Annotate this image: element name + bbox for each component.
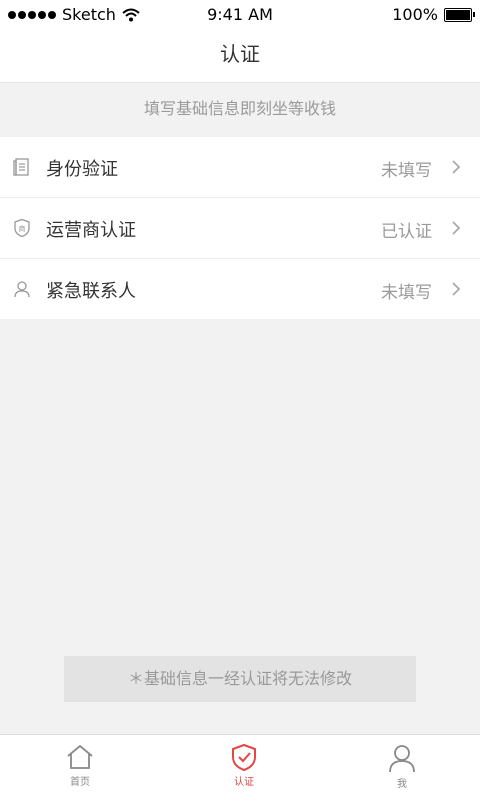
battery-percent: 100% — [392, 5, 438, 24]
carrier-shield-icon: 商 — [14, 218, 30, 238]
status-bar: Sketch 9:41 AM 100% — [0, 0, 480, 28]
status-right: 100% — [392, 5, 475, 24]
list-item-status: 未填写 — [381, 161, 432, 181]
list-item-label: 紧急联系人 — [46, 281, 136, 302]
page-title: 认证 — [220, 42, 260, 66]
tab-me[interactable]: 我 — [362, 743, 442, 790]
shield-check-icon — [232, 743, 256, 771]
nav-bar: 认证 — [0, 28, 480, 83]
list-item-identity[interactable]: 身份验证 未填写 — [0, 137, 480, 198]
tab-label: 认证 — [234, 777, 254, 788]
person-icon — [14, 281, 30, 298]
verification-list: 身份验证 未填写 商 运营商认证 已认证 紧急联系人 未填写 — [0, 137, 480, 319]
svg-text:商: 商 — [19, 224, 26, 233]
tab-label: 我 — [397, 779, 407, 790]
notice-banner: ＊基础信息一经认证将无法修改 — [64, 656, 416, 702]
hint-text: 填写基础信息即刻坐等收钱 — [143, 99, 336, 118]
home-icon — [67, 744, 93, 769]
chevron-right-icon — [452, 160, 461, 174]
list-item-status: 未填写 — [381, 283, 432, 303]
list-item-label: 运营商认证 — [46, 220, 136, 241]
chevron-right-icon — [452, 221, 461, 235]
id-document-icon — [13, 158, 29, 176]
list-item-status: 已认证 — [381, 222, 432, 242]
battery-icon — [444, 7, 475, 22]
list-item-label: 身份验证 — [46, 159, 118, 180]
list-item-carrier[interactable]: 商 运营商认证 已认证 — [0, 198, 480, 259]
profile-icon — [389, 745, 415, 773]
tab-label: 首页 — [70, 777, 90, 788]
tab-home[interactable]: 首页 — [40, 743, 120, 788]
list-item-emergency-contact[interactable]: 紧急联系人 未填写 — [0, 259, 480, 319]
chevron-right-icon — [452, 282, 461, 296]
tab-bar: 首页 认证 我 — [0, 734, 480, 801]
tab-verify[interactable]: 认证 — [204, 743, 284, 788]
